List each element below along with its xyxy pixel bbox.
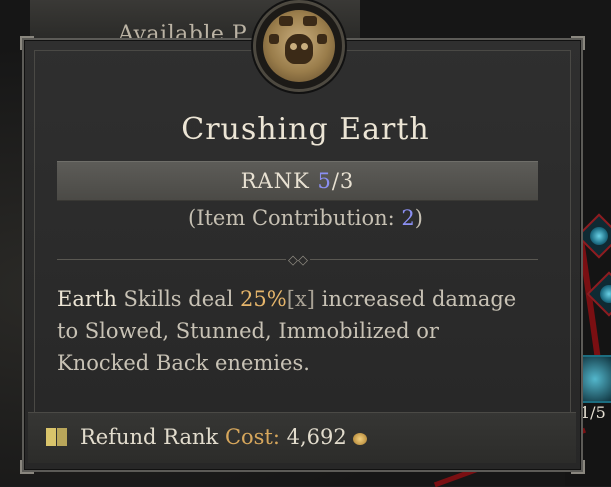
skill-node-icon xyxy=(596,281,611,307)
skill-medallion xyxy=(253,0,345,92)
cost-value: 4,692 xyxy=(286,425,347,449)
item-contribution: (Item Contribution: 2) xyxy=(0,206,611,230)
refund-footer[interactable]: Refund Rank Cost: 4,692 xyxy=(28,412,576,463)
corner-ornament xyxy=(571,36,585,50)
skill-description: Earth Skills deal 25%[x] increased damag… xyxy=(57,283,537,379)
book-page-left xyxy=(46,428,56,446)
contribution-value: 2 xyxy=(401,206,415,230)
skill-title: Crushing Earth xyxy=(181,112,430,147)
description-percent: 25% xyxy=(240,287,287,311)
rank-current: 5 xyxy=(317,169,332,193)
rock-shape xyxy=(317,34,327,44)
rock-shape xyxy=(269,34,279,44)
rank-bar: RANK 5/3 xyxy=(57,161,538,201)
rock-shape xyxy=(303,16,317,26)
refund-rank-action[interactable]: Refund Rank Cost: 4,692 xyxy=(80,425,367,449)
rank-text: RANK 5/3 xyxy=(57,169,538,193)
description-text: Skills deal xyxy=(116,287,241,311)
skull-shape xyxy=(285,34,313,64)
corner-ornament xyxy=(20,36,34,50)
cost-label: Cost: xyxy=(224,425,280,449)
rank-label: RANK xyxy=(240,169,310,193)
contribution-prefix: (Item Contribution: xyxy=(188,206,402,230)
refund-label: Refund Rank xyxy=(80,425,219,449)
gold-coin-icon xyxy=(352,432,367,445)
skull-boulder-icon xyxy=(263,10,335,82)
book-page-right xyxy=(57,428,67,446)
description-multiplier: [x] xyxy=(286,287,315,311)
rank-separator: / xyxy=(331,169,340,193)
contribution-suffix: ) xyxy=(414,206,423,230)
rank-max: 3 xyxy=(339,169,355,193)
rock-shape xyxy=(279,16,293,26)
book-icon xyxy=(46,428,68,446)
divider-ornament-icon: ◇◇ xyxy=(286,253,310,268)
description-keyword: Earth xyxy=(57,287,117,311)
skill-node-rank: 1/5 xyxy=(580,403,606,422)
